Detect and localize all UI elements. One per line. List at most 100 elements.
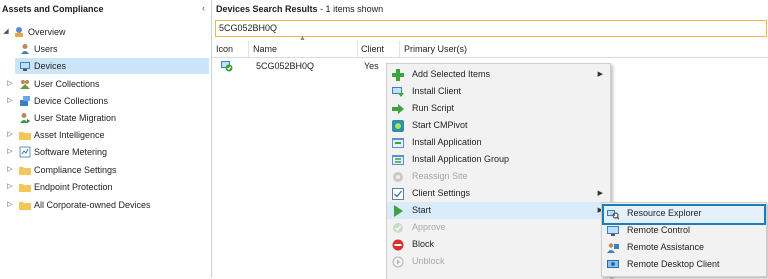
tree-item-device-collections[interactable]: ▷ Device Collections xyxy=(0,93,211,109)
folder-icon xyxy=(19,181,31,193)
search-input-value: 5CG052BH0Q xyxy=(219,23,278,33)
tree-item-software-metering[interactable]: ▷ Software Metering xyxy=(0,144,211,160)
menu-item-label: Install Application Group xyxy=(412,154,510,164)
tree-item-all-corporate-owned-devices[interactable]: ▷ All Corporate-owned Devices xyxy=(0,197,211,213)
menu-item-remote-desktop-client[interactable]: Remote Desktop Client xyxy=(602,256,766,273)
results-count: - 1 items shown xyxy=(317,4,384,14)
menu-item-resource-explorer[interactable]: Resource Explorer xyxy=(602,205,766,222)
results-title-bold: Devices Search Results xyxy=(216,4,318,14)
submenu-arrow-icon: ▶ xyxy=(597,71,603,78)
tree-item-label: Asset Intelligence xyxy=(34,130,105,140)
menu-item-unblock: Unblock xyxy=(387,253,610,270)
users-icon xyxy=(19,43,31,55)
menu-item-add-selected-items[interactable]: Add Selected Items ▶ xyxy=(387,66,610,83)
tree-item-compliance-settings[interactable]: ▷ Compliance Settings xyxy=(0,162,211,178)
column-header-primary-users[interactable]: Primary User(s) xyxy=(404,44,467,54)
menu-item-start[interactable]: Start ▶ xyxy=(387,202,610,219)
results-header: Devices Search Results - 1 items shown xyxy=(212,0,768,19)
start-submenu: Resource Explorer Remote Control Remote … xyxy=(601,202,767,277)
install-application-icon xyxy=(392,137,404,149)
remote-control-icon xyxy=(607,225,619,237)
column-header-icon[interactable]: Icon xyxy=(216,44,233,54)
overview-icon xyxy=(13,26,25,38)
menu-item-label: Add Selected Items xyxy=(412,69,491,79)
expand-arrow-icon[interactable]: ◢ xyxy=(2,24,10,40)
menu-item-label: Start xyxy=(412,205,432,215)
column-separator[interactable] xyxy=(248,41,249,57)
tree-item-label: Device Collections xyxy=(34,96,109,106)
menu-item-label: Block xyxy=(412,239,435,249)
submenu-arrow-icon: ▶ xyxy=(597,190,603,197)
menu-item-install-client[interactable]: Install Client xyxy=(387,83,610,100)
navigation-pane: Assets and Compliance ‹ ◢ Overview Users… xyxy=(0,0,212,278)
expand-arrow-icon[interactable]: ▷ xyxy=(6,197,14,213)
install-client-icon xyxy=(392,86,404,98)
column-separator[interactable] xyxy=(357,41,358,57)
menu-item-run-script[interactable]: Run Script xyxy=(387,100,610,117)
search-input[interactable]: 5CG052BH0Q xyxy=(215,20,767,37)
menu-item-label: Remote Desktop Client xyxy=(627,259,720,269)
tree-item-overview[interactable]: ◢ Overview xyxy=(0,24,211,40)
block-icon xyxy=(392,239,404,251)
column-header-name[interactable]: Name xyxy=(253,44,277,54)
tree-item-user-collections[interactable]: ▷ User Collections xyxy=(0,76,211,92)
remote-assistance-icon xyxy=(607,242,619,254)
column-separator[interactable] xyxy=(399,41,400,57)
client-settings-icon xyxy=(392,188,404,200)
tree-item-label: User Collections xyxy=(34,79,100,89)
tree-item-endpoint-protection[interactable]: ▷ Endpoint Protection xyxy=(0,179,211,195)
menu-item-install-application[interactable]: Install Application xyxy=(387,134,610,151)
workspace-title: Assets and Compliance xyxy=(2,4,104,14)
expand-arrow-icon[interactable]: ▷ xyxy=(6,179,14,195)
run-script-icon xyxy=(392,103,404,115)
tree-item-label: User State Migration xyxy=(34,113,117,123)
collapse-pane-icon[interactable]: ‹ xyxy=(202,3,205,13)
remote-desktop-client-icon xyxy=(607,259,619,271)
unblock-icon xyxy=(392,256,404,268)
menu-item-label: Reassign Site xyxy=(412,171,468,181)
menu-item-remote-control[interactable]: Remote Control xyxy=(602,222,766,239)
menu-item-label: Install Application xyxy=(412,137,482,147)
expand-arrow-icon[interactable]: ▷ xyxy=(6,127,14,143)
device-client-icon xyxy=(220,60,233,74)
tree-item-asset-intelligence[interactable]: ▷ Asset Intelligence xyxy=(0,127,211,143)
user-collections-icon xyxy=(19,78,31,90)
expand-arrow-icon[interactable]: ▷ xyxy=(6,162,14,178)
start-icon xyxy=(392,205,404,217)
column-header-client[interactable]: Client xyxy=(361,44,384,54)
expand-arrow-icon[interactable]: ▷ xyxy=(6,144,14,160)
menu-item-start-cmpivot[interactable]: Start CMPivot xyxy=(387,117,610,134)
folder-icon xyxy=(19,164,31,176)
sort-ascending-icon: ▲ xyxy=(299,35,306,42)
cell-client: Yes xyxy=(364,61,379,71)
user-state-migration-icon xyxy=(19,112,31,124)
tree-item-label: Devices xyxy=(34,61,67,71)
tree-item-users[interactable]: Users xyxy=(0,41,211,57)
tree-item-devices[interactable]: Devices xyxy=(15,58,209,74)
reassign-site-icon xyxy=(392,171,404,183)
folder-icon xyxy=(19,199,31,211)
device-collections-icon xyxy=(19,95,31,107)
tree-item-user-state-migration[interactable]: User State Migration xyxy=(0,110,211,126)
tree-item-label: Software Metering xyxy=(34,147,108,157)
tree-item-label: Endpoint Protection xyxy=(34,182,113,192)
menu-item-remote-assistance[interactable]: Remote Assistance xyxy=(602,239,766,256)
tree-item-label: All Corporate-owned Devices xyxy=(34,200,151,210)
install-application-group-icon xyxy=(392,154,404,166)
menu-item-client-settings[interactable]: Client Settings ▶ xyxy=(387,185,610,202)
menu-item-label: Remote Assistance xyxy=(627,242,705,252)
add-icon xyxy=(392,69,404,81)
menu-item-label: Resource Explorer xyxy=(627,208,702,218)
expand-arrow-icon[interactable]: ▷ xyxy=(6,76,14,92)
cell-name: 5CG052BH0Q xyxy=(256,61,315,71)
menu-item-install-application-group[interactable]: Install Application Group xyxy=(387,151,610,168)
folder-icon xyxy=(19,129,31,141)
menu-item-label: Client Settings xyxy=(412,188,471,198)
menu-item-label: Run Script xyxy=(412,103,455,113)
menu-item-reassign-site: Reassign Site xyxy=(387,168,610,185)
menu-item-block[interactable]: Block xyxy=(387,236,610,253)
approve-icon xyxy=(392,222,404,234)
tree-item-label: Users xyxy=(34,44,58,54)
expand-arrow-icon[interactable]: ▷ xyxy=(6,93,14,109)
context-menu: Add Selected Items ▶ Install Client Run … xyxy=(386,63,611,279)
